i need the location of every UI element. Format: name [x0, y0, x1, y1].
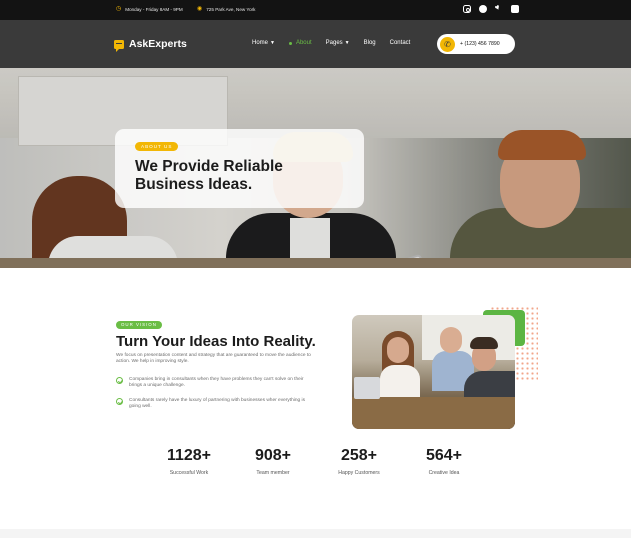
chevron-down-icon: ▼	[270, 40, 275, 46]
address-text: 725 Park Ave, New York	[206, 6, 256, 12]
about-us-badge: ABOUT US	[135, 142, 179, 151]
stat-value: 1128+	[166, 447, 212, 464]
address: ◉ 725 Park Ave, New York	[197, 6, 255, 12]
stat-successful-work: 1128+ Successful Work	[144, 446, 234, 476]
business-hours-text: Monday - Friday 8AM - 9PM	[125, 6, 183, 12]
nav-item-blog[interactable]: Blog	[364, 40, 376, 46]
vision-description: We focus on presentation content and str…	[116, 353, 311, 365]
phone-icon: ✆	[440, 36, 455, 52]
business-hours: ◷ Monday - Friday 8AM - 9PM	[116, 6, 183, 12]
our-vision-badge: OUR VISION	[116, 321, 162, 329]
stat-team-member: 908+ Team member	[228, 446, 318, 476]
check-circle-icon	[116, 377, 123, 384]
main-header: AskExperts Home ▼ About Pages ▼ Blog Con…	[0, 20, 631, 68]
stat-label: Creative Idea	[428, 470, 460, 476]
stat-label: Team member	[256, 470, 290, 476]
stat-value: 908+	[254, 447, 292, 464]
main-nav: Home ▼ About Pages ▼ Blog Contact	[252, 40, 410, 46]
social-links	[463, 5, 519, 13]
photo-person	[387, 337, 409, 363]
stat-creative-idea: 564+ Creative Idea	[399, 446, 489, 476]
nav-item-contact[interactable]: Contact	[390, 40, 411, 46]
photo-desk	[352, 397, 515, 429]
stat-happy-customers: 258+ Happy Customers	[314, 446, 404, 476]
vision-point-text: Companies bring in consultants when they…	[129, 377, 304, 389]
phone-button[interactable]: ✆ + (123) 456 7890	[437, 34, 515, 54]
stat-label: Successful Work	[169, 470, 209, 476]
nav-item-label: Home	[252, 40, 269, 46]
brand-logo[interactable]: AskExperts	[114, 38, 187, 52]
nav-item-home[interactable]: Home ▼	[252, 40, 275, 46]
facebook-icon[interactable]	[479, 5, 487, 13]
vision-point: Companies bring in consultants when they…	[116, 377, 316, 390]
top-info-bar: ◷ Monday - Friday 8AM - 9PM ◉ 725 Park A…	[0, 0, 631, 20]
chat-bubble-icon	[114, 39, 124, 52]
location-pin-icon: ◉	[197, 6, 203, 12]
clock-icon: ◷	[116, 6, 122, 12]
stat-label: Happy Customers	[338, 470, 380, 476]
instagram-icon[interactable]	[463, 5, 471, 13]
check-circle-icon	[116, 398, 123, 405]
team-meeting-photo	[352, 315, 515, 429]
next-section-edge	[0, 529, 631, 538]
nav-item-label: Pages	[325, 40, 343, 46]
photo-person	[440, 327, 462, 353]
nav-item-label: Blog	[363, 40, 376, 46]
stat-value: 258+	[340, 447, 378, 464]
twitter-icon[interactable]	[495, 5, 503, 13]
stat-value: 564+	[425, 447, 463, 464]
phone-number: + (123) 456 7890	[460, 41, 500, 47]
vision-point: Consultants rarely have the luxury of pa…	[116, 398, 316, 411]
photo-laptop	[354, 377, 380, 399]
nav-item-label: About	[295, 40, 312, 46]
photo-person	[470, 337, 498, 349]
brand-name: AskExperts	[129, 38, 187, 50]
nav-item-label: Contact	[389, 40, 411, 46]
nav-item-about[interactable]: About	[288, 40, 312, 46]
hero-title: We Provide Reliable Business Ideas.	[135, 158, 283, 193]
active-dot-icon	[288, 41, 292, 45]
chevron-down-icon: ▼	[344, 40, 350, 46]
vision-title: Turn Your Ideas Into Reality.	[116, 333, 316, 350]
linkedin-icon[interactable]	[511, 5, 519, 13]
nav-item-pages[interactable]: Pages ▼	[326, 40, 350, 46]
vision-point-text: Consultants rarely have the luxury of pa…	[129, 398, 305, 410]
